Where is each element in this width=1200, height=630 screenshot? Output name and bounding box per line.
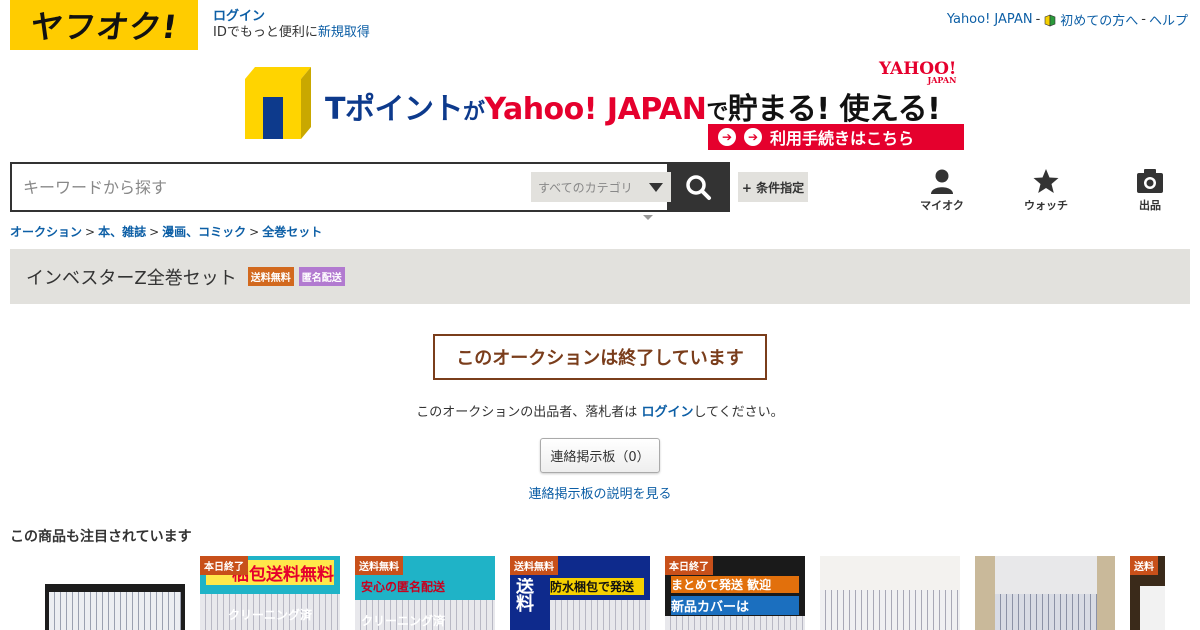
myauction-button[interactable]: マイオク [890, 168, 994, 213]
free-shipping-tag: 送料無料 [510, 556, 558, 575]
tpoint-cube-icon [245, 67, 311, 139]
arrow-right-icon: ➔ [718, 128, 736, 146]
search-bar: すべてのカテゴリ [10, 162, 730, 212]
search-button[interactable] [667, 164, 728, 210]
yahoo-japan-link[interactable]: Yahoo! JAPAN [947, 12, 1033, 27]
star-icon [1033, 169, 1059, 193]
free-shipping-badge: 送料無料 [247, 267, 294, 286]
login-message-before: このオークションの出品者、落札者は [416, 405, 642, 420]
arrow-right-icon: ➔ [744, 128, 762, 146]
sell-label: 出品 [1139, 199, 1161, 212]
user-icon [931, 169, 953, 194]
recommended-item[interactable]: 送料 [1130, 556, 1165, 630]
yahuoku-logo[interactable]: ヤフオク! [10, 0, 198, 50]
banner-yahoo: Yahoo! JAPAN [484, 92, 707, 127]
recommended-item[interactable]: 本日終了 まとめて発送 歓迎 新品カバーは [665, 556, 805, 630]
banner-ga: が [462, 100, 485, 125]
book-spines [820, 590, 960, 630]
caret-down-icon [643, 215, 653, 220]
category-select[interactable]: すべてのカテゴリ [531, 172, 671, 202]
banner-slogan: 貯まる! 使える! [727, 92, 941, 127]
thumb-caption: 送料 [516, 578, 534, 614]
recommended-item[interactable]: 送料無料 安心の匿名配送 クリーニング済 [355, 556, 495, 630]
thumb-caption: まとめて発送 歓迎 [671, 576, 799, 593]
breadcrumb-item[interactable]: オークション [10, 225, 82, 239]
banner-tpoint: Tポイント [325, 92, 463, 127]
page-title: インベスターZ全巻セット [26, 267, 237, 289]
banner-de: で [706, 100, 728, 125]
breadcrumb: オークション > 本、雑誌 > 漫画、コミック > 全巻セット [10, 223, 322, 240]
recommended-item[interactable]: 本日終了 梱包送料無料 クリーニング済 [200, 556, 340, 630]
login-hint: IDでもっと便利に [213, 25, 318, 40]
banner-cta-label: 利用手続きはこちら [770, 129, 915, 148]
breadcrumb-item[interactable]: 本、雑誌 [98, 225, 146, 239]
recommended-list: 本日終了 梱包送料無料 クリーニング済 送料無料 安心の匿名配送 クリーニング済… [45, 556, 1165, 630]
breadcrumb-sep: > [249, 225, 260, 239]
breadcrumb-item[interactable]: 全巻セット [262, 225, 322, 239]
beginner-mark-icon [1043, 13, 1057, 27]
watch-label: ウォッチ [1024, 199, 1068, 212]
breadcrumb-sep: > [85, 225, 96, 239]
recommended-item[interactable] [820, 556, 960, 630]
item-thumbnail [820, 556, 960, 630]
breadcrumb-item[interactable]: 漫画、コミック [162, 225, 246, 239]
recommended-item[interactable] [975, 556, 1115, 630]
banner-cta-button[interactable]: ➔ ➔ 利用手続きはこちら [708, 124, 964, 150]
book-spines [995, 594, 1097, 630]
watch-button[interactable]: ウォッチ [994, 168, 1098, 213]
message-board-button[interactable]: 連絡掲示板（0） [540, 438, 660, 473]
thumb-caption: クリーニング済 [227, 608, 312, 622]
login-link-inline[interactable]: ログイン [641, 405, 693, 420]
user-nav: マイオク ウォッチ 出品 [890, 168, 1200, 213]
search-icon [685, 175, 711, 200]
search-conditions-button[interactable]: + 条件指定 [738, 172, 808, 202]
message-board-help-link[interactable]: 連絡掲示板の説明を見る [0, 483, 1200, 502]
recommended-item[interactable]: 送料無料 防水梱包で発送 送料 [510, 556, 650, 630]
thumb-caption: 新品カバーは [671, 596, 799, 615]
login-message: このオークションの出品者、落札者は ログインしてください。 [0, 401, 1200, 420]
thumb-caption: 防水梱包で発送 [550, 578, 644, 595]
book-spines [665, 616, 805, 630]
item-thumbnail [45, 556, 185, 630]
beginners-link[interactable]: 初めての方へ [1060, 10, 1138, 29]
sell-button[interactable]: 出品 [1098, 168, 1200, 213]
separator: - [1141, 12, 1146, 27]
login-box: ログイン IDでもっと便利に新規取得 [213, 9, 370, 41]
recommended-title: この商品も注目されています [10, 529, 192, 545]
shipping-tag: 送料 [1130, 556, 1158, 575]
login-link[interactable]: ログイン [213, 9, 370, 25]
top-right-links: Yahoo! JAPAN - 初めての方へ - ヘルプ [947, 10, 1188, 29]
free-shipping-tag: 送料無料 [355, 556, 403, 575]
ending-today-tag: 本日終了 [200, 556, 248, 575]
ending-today-tag: 本日終了 [665, 556, 713, 575]
category-select-label: すべてのカテゴリ [538, 180, 633, 195]
tpoint-banner[interactable]: TポイントがYahoo! JAPANで貯まる! 使える! YAHOO! JAPA… [245, 61, 965, 150]
login-message-after: してください。 [693, 405, 784, 420]
anonymous-shipping-badge: 匿名配送 [298, 267, 345, 286]
breadcrumb-sep: > [149, 225, 160, 239]
auction-ended-notice: このオークションは終了しています [433, 334, 767, 380]
help-link[interactable]: ヘルプ [1149, 10, 1188, 29]
camera-icon [1137, 169, 1163, 193]
item-thumbnail [975, 556, 1115, 630]
signup-link[interactable]: 新規取得 [318, 25, 370, 40]
separator: - [1035, 12, 1041, 27]
thumb-caption: クリーニング済 [361, 614, 446, 628]
recommended-item[interactable] [45, 556, 185, 630]
banner-headline: TポイントがYahoo! JAPANで貯まる! 使える! [325, 84, 941, 128]
book-spines [550, 600, 650, 630]
logo-text: ヤフオク! [27, 8, 180, 46]
chevron-down-icon [649, 183, 663, 192]
thumb-caption: 安心の匿名配送 [361, 580, 446, 594]
myauction-label: マイオク [920, 199, 964, 212]
item-title-bar: インベスターZ全巻セット 送料無料 匿名配送 [10, 249, 1190, 304]
yahoo-japan-mini-logo: YAHOO! JAPAN [879, 61, 956, 85]
